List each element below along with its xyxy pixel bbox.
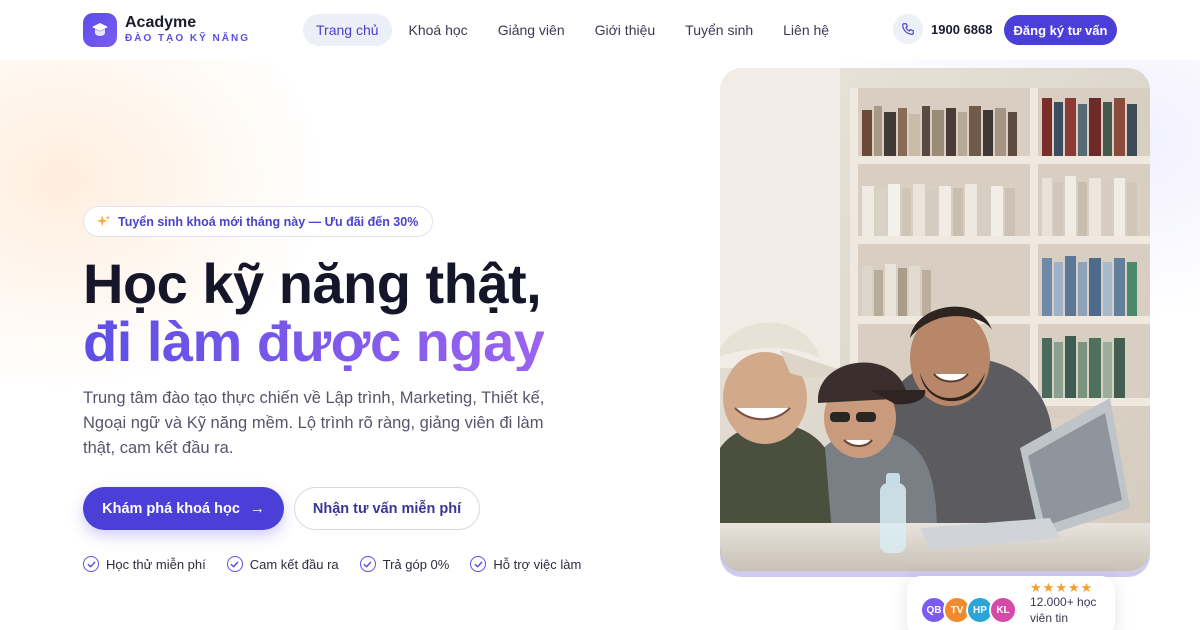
feature-label: Trả góp 0% bbox=[382, 556, 450, 572]
sparkle-icon bbox=[96, 215, 111, 227]
arrow-right-icon: → bbox=[249, 500, 265, 517]
social-proof-card: QB TV HP KL ★ ★ ★ ★ ★ 12.000+ học viên t… bbox=[907, 576, 1115, 630]
graduation-cap-icon bbox=[83, 13, 117, 47]
feature-label: Hỗ trợ việc làm bbox=[493, 556, 582, 572]
hero-headline: Học kỹ năng thật, đi làm được ngay bbox=[83, 252, 545, 373]
phone-link[interactable]: 1900 6868 bbox=[893, 14, 992, 44]
feature-item: Cam kết đầu ra bbox=[226, 556, 339, 572]
feature-label: Cam kết đầu ra bbox=[249, 556, 339, 572]
feature-item: Trả góp 0% bbox=[359, 556, 450, 572]
brand-name: Acadyme bbox=[125, 14, 197, 31]
promo-badge-text: Tuyển sinh khoá mới tháng này — Ưu đãi đ… bbox=[118, 214, 419, 229]
nav-item-contact[interactable]: Liên hệ bbox=[770, 14, 842, 46]
nav-item-about[interactable]: Giới thiệu bbox=[582, 14, 669, 46]
feature-label: Học thử miễn phí bbox=[106, 556, 206, 572]
nav-item-courses[interactable]: Khoá học bbox=[396, 14, 481, 46]
avatar-group: QB TV HP KL bbox=[920, 596, 1017, 624]
feature-item: Hỗ trợ việc làm bbox=[470, 556, 581, 572]
check-circle-icon bbox=[359, 556, 376, 572]
main-nav: Trang chủ Khoá học Giảng viên Giới thiệu… bbox=[303, 14, 846, 46]
explore-courses-button[interactable]: Khám phá khoá học → bbox=[83, 487, 284, 530]
hero-description: Trung tâm đào tạo thực chiến về Lập trìn… bbox=[83, 389, 545, 457]
headline-line-2: đi làm được ngay bbox=[83, 310, 545, 373]
check-circle-icon bbox=[470, 556, 487, 572]
brand[interactable]: Acadyme ĐÀO TẠO KỸ NĂNG bbox=[83, 13, 250, 47]
phone-number: 1900 6868 bbox=[931, 21, 993, 37]
site-header: Acadyme ĐÀO TẠO KỸ NĂNG Trang chủ Khoá h… bbox=[0, 0, 1200, 60]
rating-text: 12.000+ học viên tin bbox=[1030, 595, 1097, 625]
nav-item-instructors[interactable]: Giảng viên bbox=[485, 14, 578, 46]
check-circle-icon bbox=[226, 556, 243, 572]
feature-item: Học thử miễn phí bbox=[83, 556, 206, 572]
phone-icon bbox=[893, 14, 923, 44]
feature-list: Học thử miễn phí Cam kết đầu ra Trả góp … bbox=[83, 556, 602, 572]
nav-item-home[interactable]: Trang chủ bbox=[303, 14, 392, 46]
check-circle-icon bbox=[83, 556, 99, 572]
brand-tagline: ĐÀO TẠO KỸ NĂNG bbox=[125, 33, 250, 44]
hero-photo-students bbox=[720, 68, 1150, 571]
promo-badge[interactable]: Tuyển sinh khoá mới tháng này — Ưu đãi đ… bbox=[83, 206, 434, 237]
explore-courses-label: Khám phá khoá học bbox=[102, 500, 240, 517]
register-consultation-button[interactable]: Đăng ký tư vấn bbox=[1004, 15, 1117, 45]
nav-item-admissions[interactable]: Tuyển sinh bbox=[672, 14, 766, 46]
free-consultation-button[interactable]: Nhận tư vấn miễn phí bbox=[294, 487, 480, 530]
headline-line-1: Học kỹ năng thật, bbox=[83, 252, 542, 315]
avatar: KL bbox=[989, 596, 1017, 624]
